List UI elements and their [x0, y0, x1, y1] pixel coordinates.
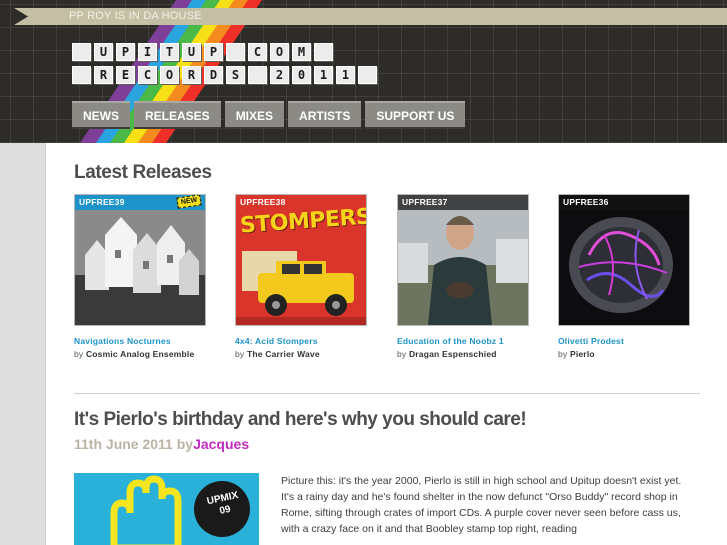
post-image[interactable]: UPMIX 09	[74, 473, 259, 545]
release-artist: Dragan Espenschied	[408, 349, 497, 359]
post-by-label: by	[176, 436, 194, 452]
logo-letter-tile: T	[160, 43, 179, 61]
release-code-badge: UPFREE37	[398, 195, 528, 210]
logo-letter-tile: C	[138, 66, 157, 84]
cover-art-portrait	[398, 195, 528, 325]
post-paragraph: Picture this: it's the year 2000, Pierlo…	[281, 475, 682, 487]
release-cover[interactable]: UPFREE36	[558, 194, 690, 326]
post-meta: 11th June 2011 byJacques	[74, 436, 249, 452]
release-title-link[interactable]: Olivetti Prodest	[558, 336, 624, 346]
release-title-link[interactable]: Navigations Nocturnes	[74, 336, 171, 346]
logo-letter-tile: 1	[336, 66, 355, 84]
logo-letter-tile: U	[94, 43, 113, 61]
by-label: by	[74, 349, 84, 359]
logo-letter-tile: O	[160, 66, 179, 84]
logo-letter-tile: R	[182, 66, 201, 84]
release-card-upfree39: UPFREE39 NEW Navigations Nocturnes by Co…	[74, 194, 206, 359]
post-paragraph: It's a rainy day and he's found shelter …	[281, 491, 681, 535]
release-artist: The Carrier Wave	[246, 349, 320, 359]
post-body: Picture this: it's the year 2000, Pierlo…	[281, 473, 701, 537]
section-divider	[74, 393, 700, 394]
release-cover[interactable]: UPFREE37	[397, 194, 529, 326]
logo-letter-tile: D	[204, 66, 223, 84]
release-card-upfree38: UPFREE38 STOMPERS 4x4: Acid Stompers by …	[235, 194, 367, 359]
nav-mixes[interactable]: MIXES	[224, 101, 285, 127]
release-title-link[interactable]: Education of the Noobz 1	[397, 336, 504, 346]
logo-letter-tile: C	[248, 43, 267, 61]
logo-letter-tile: O	[270, 43, 289, 61]
post-date: 11th June 2011	[74, 436, 173, 452]
site-logo-upitup[interactable]: UPITUP COM	[72, 43, 333, 61]
announcement-text: PP ROY IS IN DA HOUSE	[69, 10, 202, 22]
by-label: by	[558, 349, 568, 359]
logo-letter-tile: E	[116, 66, 135, 84]
by-label: by	[235, 349, 245, 359]
nav-support-us[interactable]: SUPPORT US	[365, 101, 466, 127]
release-card-upfree36: UPFREE36 Olivetti Prodest by Pierlo	[558, 194, 690, 359]
logo-letter-tile: M	[292, 43, 311, 61]
logo-letter-tile: U	[182, 43, 201, 61]
site-logo-records[interactable]: RECORDS 2011	[72, 66, 377, 84]
cover-art-paper-houses	[75, 195, 205, 325]
logo-letter-tile: 1	[314, 66, 333, 84]
logo-letter-tile: S	[226, 66, 245, 84]
main-nav: NEWS RELEASES MIXES ARTISTS SUPPORT US	[72, 101, 466, 127]
release-artist-line: by Cosmic Analog Ensemble	[74, 349, 194, 359]
logo-blank-tile	[72, 43, 91, 61]
nav-artists[interactable]: ARTISTS	[288, 101, 362, 127]
by-label: by	[397, 349, 407, 359]
logo-blank-tile	[358, 66, 377, 84]
logo-letter-tile: 0	[292, 66, 311, 84]
logo-blank-tile	[248, 66, 267, 84]
logo-letter-tile: I	[138, 43, 157, 61]
release-cover[interactable]: UPFREE39 NEW	[74, 194, 206, 326]
release-artist: Cosmic Analog Ensemble	[85, 349, 195, 359]
post-title[interactable]: It's Pierlo's birthday and here's why yo…	[74, 409, 527, 431]
latest-releases-heading: Latest Releases	[74, 162, 212, 183]
logo-letter-tile: R	[94, 66, 113, 84]
release-artist-line: by The Carrier Wave	[235, 349, 320, 359]
post-author-link[interactable]: Jacques	[193, 436, 249, 452]
release-card-upfree37: UPFREE37 Education of the Noobz 1 by Dra…	[397, 194, 529, 359]
nav-news[interactable]: NEWS	[72, 101, 130, 127]
nav-releases[interactable]: RELEASES	[134, 101, 221, 127]
logo-blank-tile	[226, 43, 245, 61]
site-header: PP ROY IS IN DA HOUSE UPITUP COM RECORDS…	[0, 0, 727, 143]
logo-blank-tile	[72, 66, 91, 84]
logo-letter-tile: P	[116, 43, 135, 61]
release-cover[interactable]: UPFREE38 STOMPERS	[235, 194, 367, 326]
logo-letter-tile: 2	[270, 66, 289, 84]
release-artist-line: by Dragan Espenschied	[397, 349, 497, 359]
release-artist-line: by Pierlo	[558, 349, 595, 359]
cover-art-brain-scan	[559, 195, 689, 325]
logo-blank-tile	[314, 43, 333, 61]
release-artist: Pierlo	[569, 349, 595, 359]
release-code-badge: UPFREE36	[559, 195, 689, 210]
release-title-link[interactable]: 4x4: Acid Stompers	[235, 336, 318, 346]
logo-letter-tile: P	[204, 43, 223, 61]
main-content: Latest Releases UPFREE39 NEW Navigations…	[45, 143, 727, 545]
